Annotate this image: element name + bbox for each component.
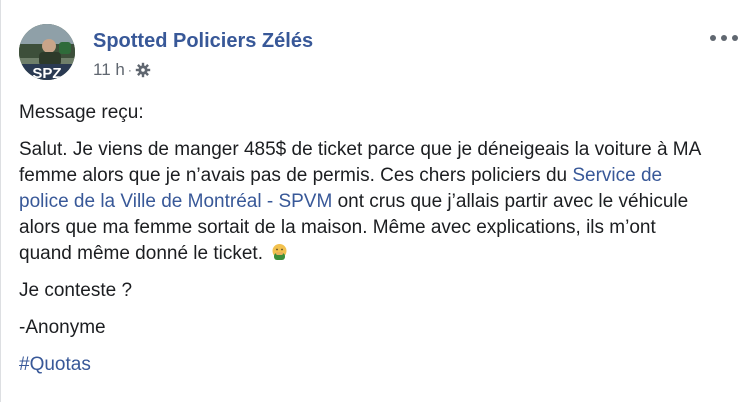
face-with-hand-over-mouth-emoji [270,243,289,262]
gear-icon[interactable] [135,62,151,78]
avatar-letters: SPZ [32,65,61,80]
page-name-link[interactable]: Spotted Policiers Zélés [93,30,313,53]
post-card: SPZ Spotted Policiers Zélés 11 h · Messa… [0,0,754,402]
more-options-icon[interactable] [710,30,738,46]
meta-separator: · [127,63,132,77]
post-question: Je conteste ? [19,280,133,301]
post-message: Salut. Je viens de manger 485$ de ticket… [19,137,709,267]
avatar-image: SPZ [19,24,75,80]
post-signature: -Anonyme [19,317,106,338]
more-dot [732,35,738,41]
hashtag-link[interactable]: #Quotas [19,354,91,375]
more-dot [721,35,727,41]
post-hashtags: #Quotas [19,352,709,378]
post-intro: Message reçu: [19,102,144,123]
post-timestamp[interactable]: 11 h [93,60,125,80]
post-body: Message reçu: Salut. Je viens de manger … [19,100,709,389]
post-meta: 11 h · [93,60,151,80]
more-dot [710,35,716,41]
avatar[interactable]: SPZ [19,24,75,80]
